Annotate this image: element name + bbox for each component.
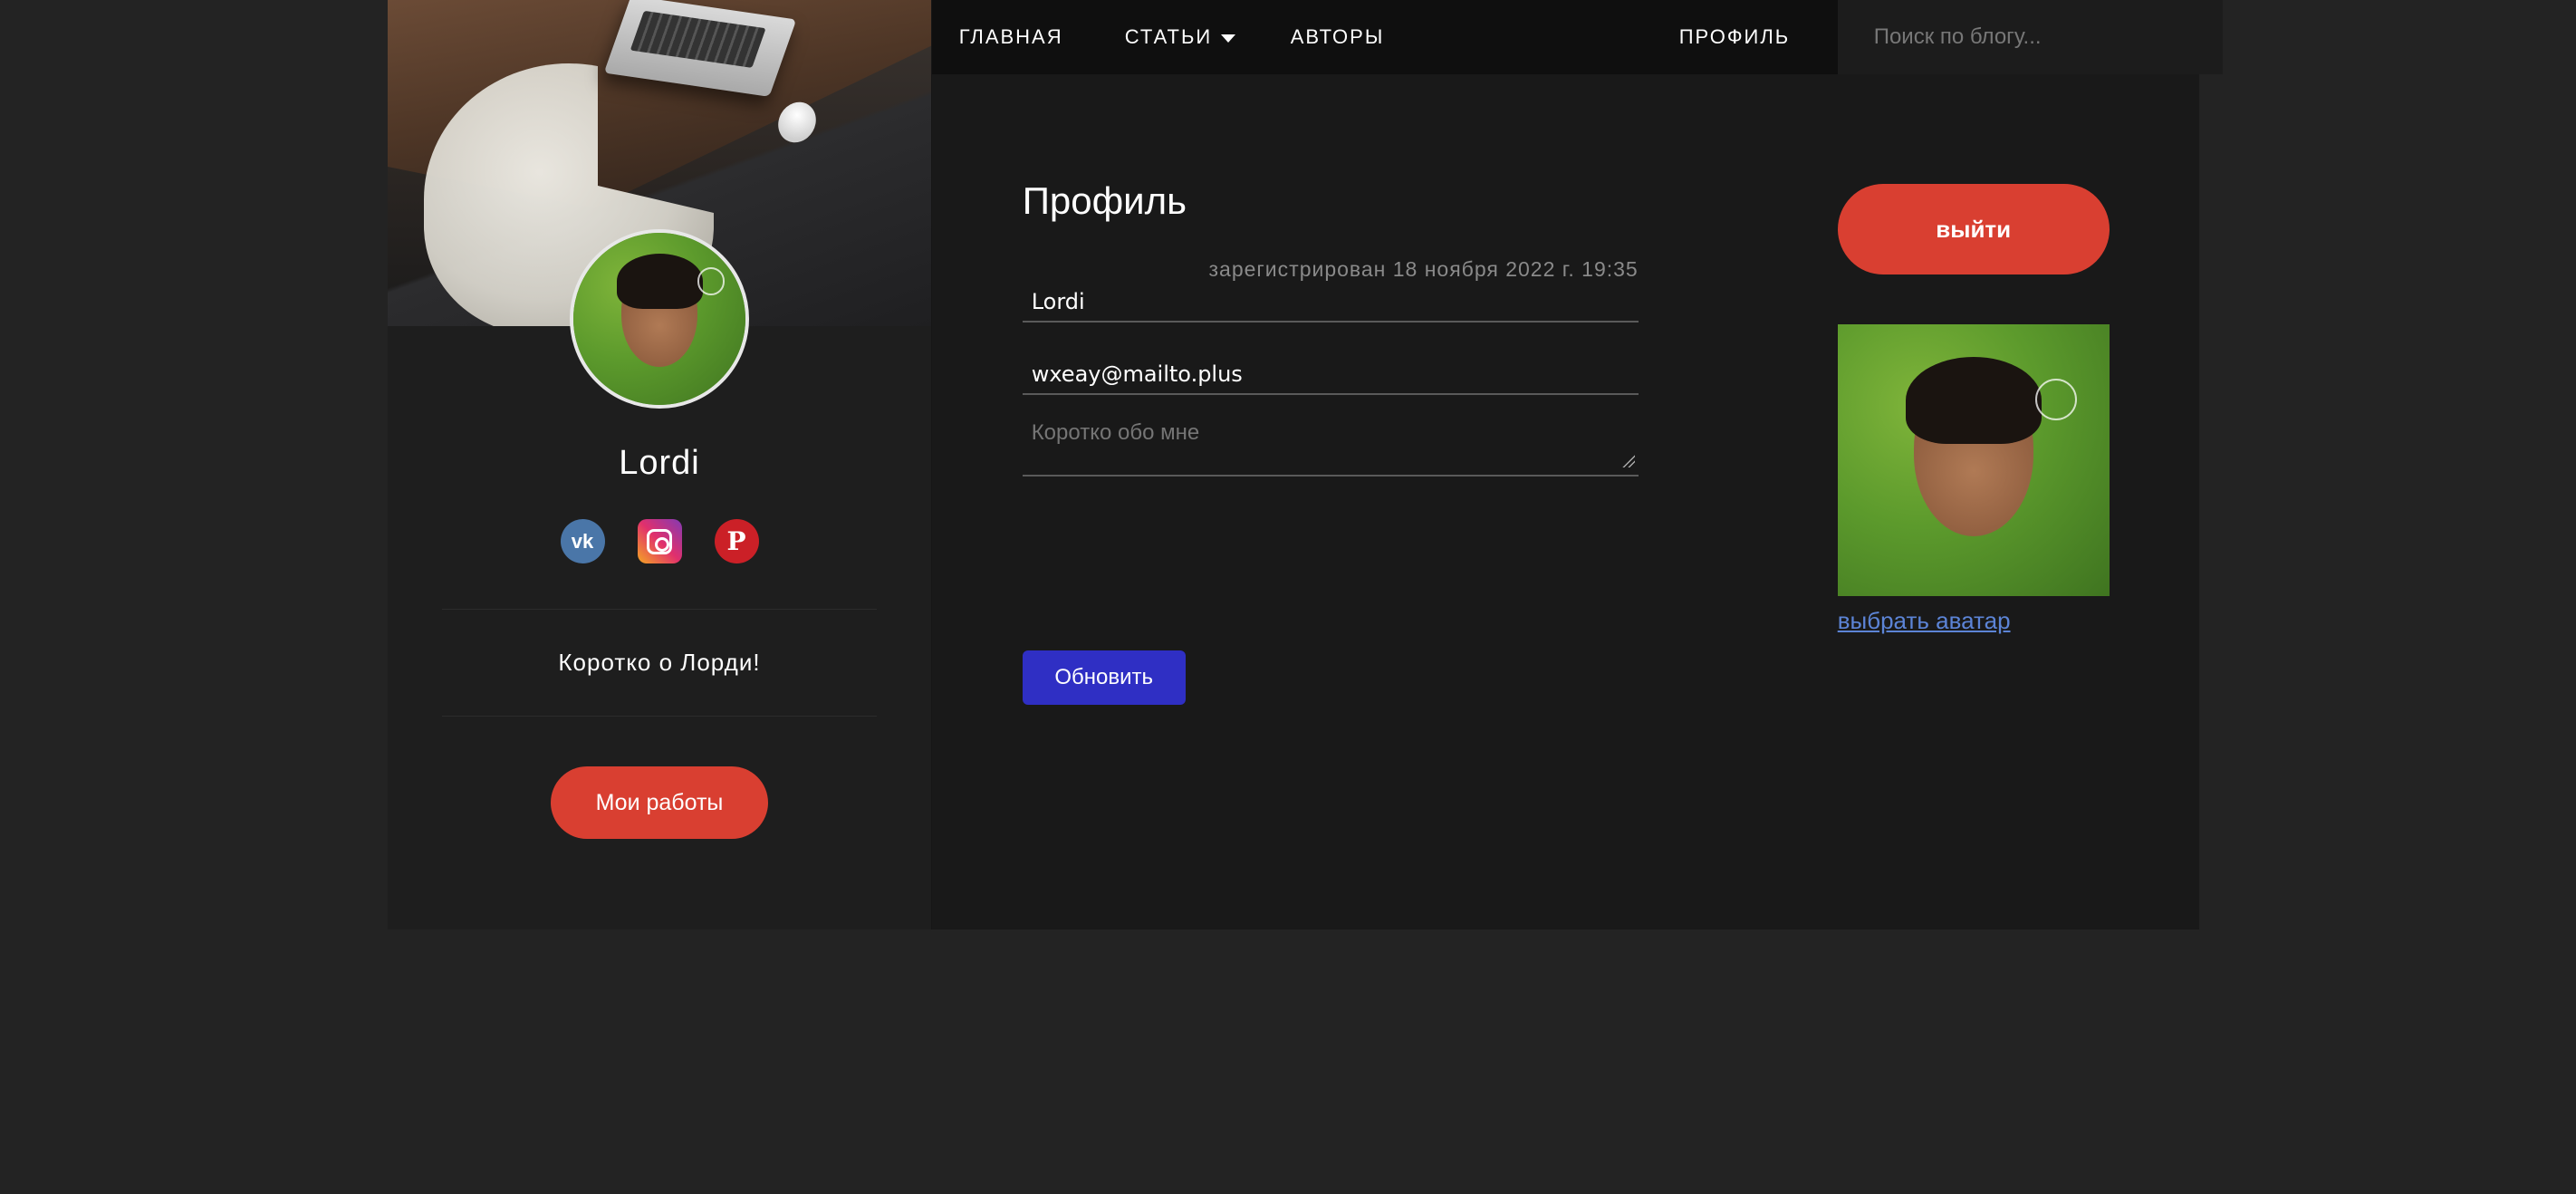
logout-button[interactable]: выйти [1837,184,2110,274]
nav-articles[interactable]: СТАТЬИ [1125,25,1236,49]
vk-icon[interactable]: vk [560,519,605,563]
chevron-down-icon [1221,34,1236,43]
pinterest-icon[interactable]: P [714,519,759,563]
registration-date: зарегистрирован 18 ноября 2022 г. 19:35 [1208,257,1639,281]
my-works-button[interactable]: Мои работы [551,766,768,839]
avatar [570,229,749,409]
nav-authors[interactable]: АВТОРЫ [1291,25,1385,49]
divider [442,716,877,717]
instagram-icon[interactable] [637,519,682,563]
update-button[interactable]: Обновить [1022,650,1186,705]
social-links: vk P [388,519,931,563]
nav-articles-label: СТАТЬИ [1124,25,1213,48]
username-field[interactable] [1022,288,1639,323]
main-content: ГЛАВНАЯ СТАТЬИ АВТОРЫ ПРОФИЛЬ Профиль за… [931,0,2223,929]
email-field[interactable] [1022,361,1639,395]
page-title: Профиль [1022,179,1187,222]
avatar-preview [1837,324,2110,596]
resize-handle-icon[interactable] [1621,455,1635,467]
sidebar-username: Lordi [619,444,700,482]
profile-sidebar: Lordi vk P Коротко о Лорди! Мои работы [388,0,932,929]
sidebar-about: Коротко о Лорди! [558,649,761,676]
page-container: Lordi vk P Коротко о Лорди! Мои работы Г… [388,0,2223,929]
search-input[interactable] [1837,0,2223,74]
divider [442,609,877,610]
top-navigation: ГЛАВНАЯ СТАТЬИ АВТОРЫ ПРОФИЛЬ [931,0,2223,74]
about-field[interactable] [1022,420,1639,477]
nav-home[interactable]: ГЛАВНАЯ [959,25,1063,49]
choose-avatar-link[interactable]: выбрать аватар [1838,607,2011,635]
nav-profile[interactable]: ПРОФИЛЬ [1679,25,1791,49]
